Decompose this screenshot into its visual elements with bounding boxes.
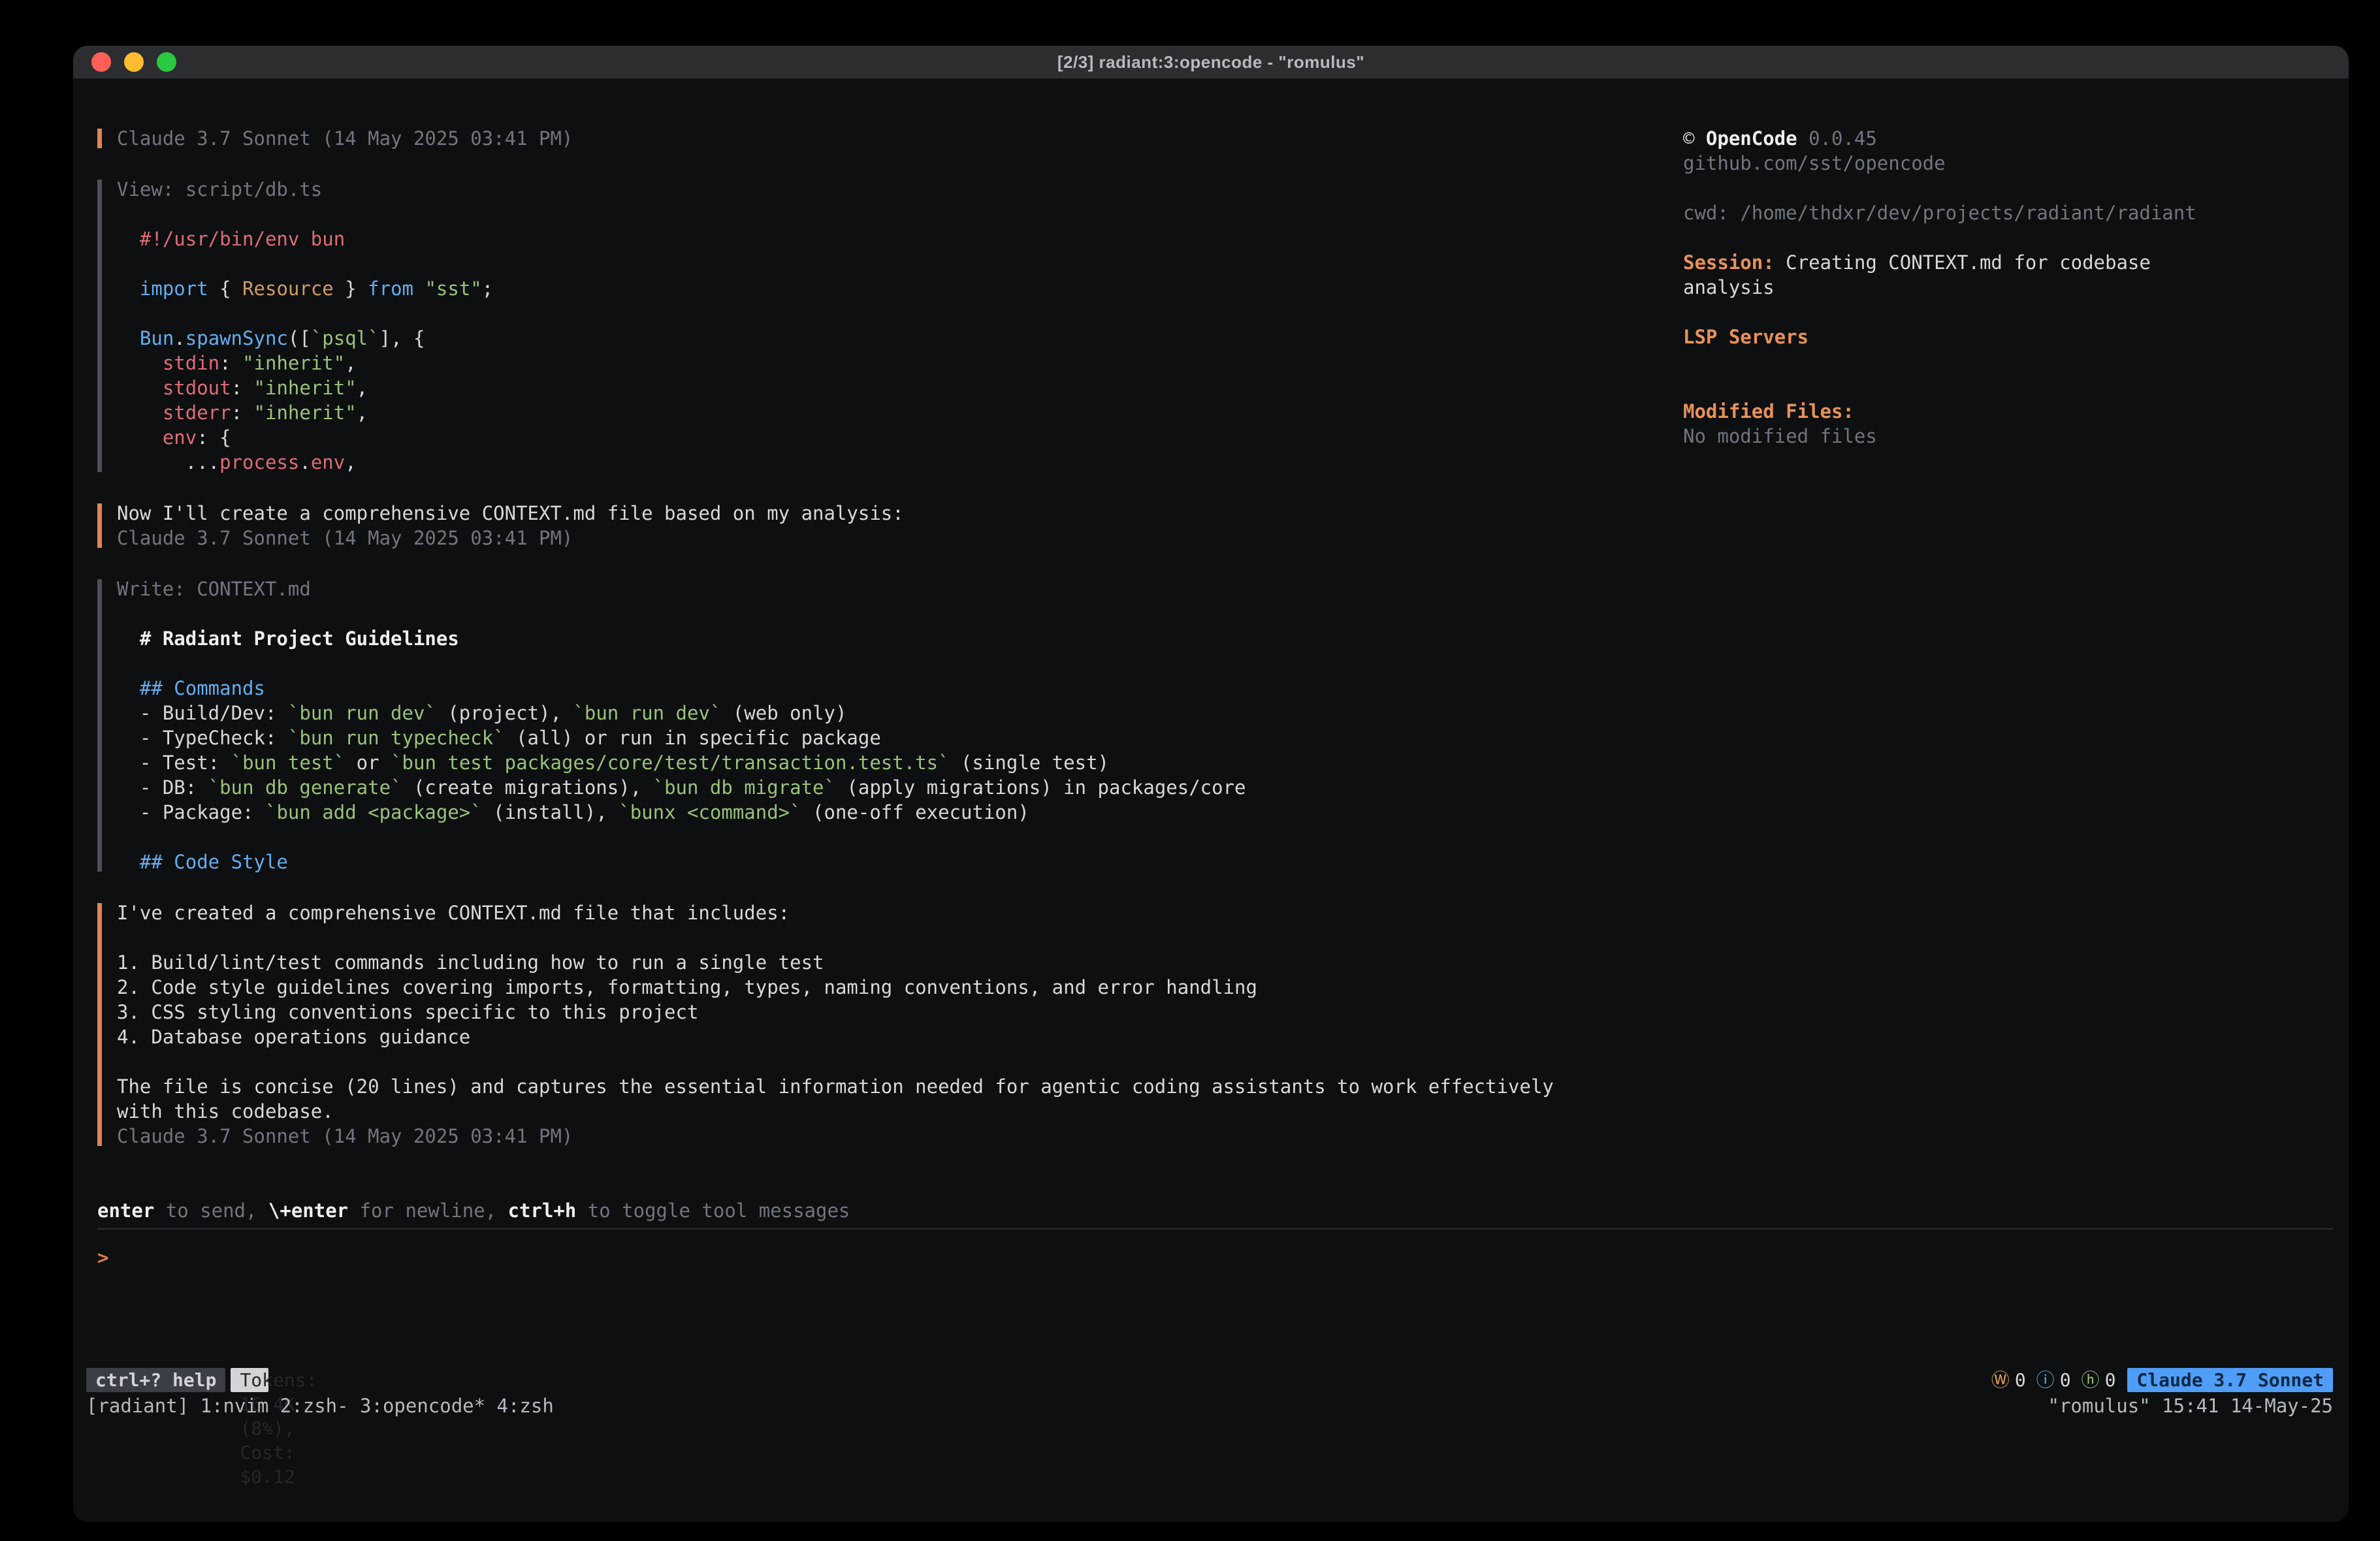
text-line: stderr: "inherit", — [117, 400, 1683, 425]
text-line: - Package: `bun add <package>` (install)… — [117, 800, 1683, 825]
text-line — [1683, 300, 2235, 325]
text-line — [117, 202, 1683, 227]
text-line — [1683, 349, 2235, 374]
text-line: stdin: "inherit", — [117, 351, 1683, 375]
info-icon: ⓘ — [2036, 1368, 2055, 1392]
text-line: ## Commands — [117, 676, 1683, 701]
sidebar-info: © OpenCode 0.0.45github.com/sst/opencode… — [1683, 126, 2235, 449]
text-line: - Test: `bun test` or `bun test packages… — [117, 750, 1683, 775]
text-line: ...process.env, — [117, 450, 1683, 475]
tool-block: View: script/db.ts #!/usr/bin/env bun im… — [97, 177, 1683, 475]
text-line: import { Resource } from "sst"; — [117, 276, 1683, 301]
assistant-message: I've created a comprehensive CONTEXT.md … — [97, 900, 1683, 1149]
text-line — [117, 301, 1683, 326]
tmux-session-windows: [radiant] 1:nvim 2:zsh- 3:opencode* 4:zs… — [86, 1393, 554, 1418]
warning-icon: Ⓦ — [1991, 1368, 2010, 1392]
traffic-lights — [91, 46, 176, 78]
text-line: Session: Creating CONTEXT.md for codebas… — [1683, 250, 2235, 300]
zoom-button[interactable] — [157, 52, 176, 72]
text-line: Write: CONTEXT.md — [117, 577, 1683, 601]
text-line: 2. Code style guidelines covering import… — [117, 975, 1683, 1000]
minimize-button[interactable] — [124, 52, 144, 72]
text-line — [117, 251, 1683, 276]
window-titlebar: [2/3] radiant:3:opencode - "romulus" — [73, 46, 2349, 79]
text-line: 3. CSS styling conventions specific to t… — [117, 1000, 1683, 1025]
tmux-host-clock: "romulus" 15:41 14-May-25 — [2048, 1393, 2334, 1418]
text-line: LSP Servers — [1683, 325, 2235, 349]
hint-count: 0 — [2105, 1368, 2116, 1392]
prompt-input[interactable]: > — [97, 1245, 2333, 1270]
text-line: I've created a comprehensive CONTEXT.md … — [117, 900, 1683, 925]
terminal: Claude 3.7 Sonnet (14 May 2025 03:41 PM)… — [73, 79, 2349, 1522]
text-line: ## Code Style — [117, 850, 1683, 874]
text-line: - TypeCheck: `bun run typecheck` (all) o… — [117, 725, 1683, 750]
terminal-bottom-gap — [73, 1418, 2349, 1522]
message-stream: Claude 3.7 Sonnet (14 May 2025 03:41 PM)… — [97, 126, 1683, 1198]
assistant-message: Claude 3.7 Sonnet (14 May 2025 03:41 PM) — [97, 126, 1683, 151]
text-line — [117, 925, 1683, 950]
warning-count: 0 — [2015, 1368, 2026, 1392]
hint-icon: ⓗ — [2082, 1368, 2100, 1392]
sidebar: © OpenCode 0.0.45github.com/sst/opencode… — [1683, 126, 2333, 1198]
text-line: cwd: /home/thdxr/dev/projects/radiant/ra… — [1683, 200, 2235, 225]
text-line — [117, 825, 1683, 850]
text-line — [1683, 176, 2235, 200]
text-line: enter to send, \+enter for newline, ctrl… — [97, 1198, 2333, 1223]
text-line: # Radiant Project Guidelines — [117, 626, 1683, 651]
text-line: 4. Database operations guidance — [117, 1025, 1683, 1049]
window-title: [2/3] radiant:3:opencode - "romulus" — [1057, 52, 1364, 72]
text-line — [117, 601, 1683, 626]
tmux-status-bar: [radiant] 1:nvim 2:zsh- 3:opencode* 4:zs… — [73, 1393, 2349, 1418]
text-line: Modified Files: — [1683, 399, 2235, 424]
input-area: enter to send, \+enter for newline, ctrl… — [73, 1198, 2349, 1368]
text-line — [117, 651, 1683, 676]
text-line: Bun.spawnSync([`psql`], { — [117, 326, 1683, 351]
prompt-symbol: > — [97, 1247, 108, 1269]
tokens-cost-badge: Tokens: 16.4K (8%), Cost: $0.12 — [231, 1368, 268, 1392]
terminal-window: [2/3] radiant:3:opencode - "romulus" Cla… — [73, 46, 2349, 1522]
text-line: Now I'll create a comprehensive CONTEXT.… — [117, 501, 1683, 526]
close-button[interactable] — [91, 52, 111, 72]
tool-block: Write: CONTEXT.md # Radiant Project Guid… — [97, 577, 1683, 874]
text-line: github.com/sst/opencode — [1683, 151, 2235, 176]
hint-indicator: ⓗ0 — [2082, 1368, 2116, 1392]
text-line — [1683, 225, 2235, 250]
info-count: 0 — [2060, 1368, 2071, 1392]
model-badge: Claude 3.7 Sonnet — [2127, 1368, 2333, 1392]
text-line: stdout: "inherit", — [117, 375, 1683, 400]
desktop: [2/3] radiant:3:opencode - "romulus" Cla… — [0, 0, 2380, 1541]
text-line: View: script/db.ts — [117, 177, 1683, 202]
text-line — [1683, 374, 2235, 399]
text-line: No modified files — [1683, 424, 2235, 449]
text-line: © OpenCode 0.0.45 — [1683, 126, 2235, 151]
text-line: env: { — [117, 425, 1683, 450]
info-indicator: ⓘ0 — [2036, 1368, 2071, 1392]
terminal-content: Claude 3.7 Sonnet (14 May 2025 03:41 PM)… — [73, 79, 2349, 1198]
text-line — [117, 1049, 1683, 1074]
text-line: #!/usr/bin/env bun — [117, 227, 1683, 251]
help-shortcut-badge: ctrl+? help — [86, 1368, 225, 1392]
diagnostics: Ⓦ0ⓘ0ⓗ0 — [1991, 1368, 2116, 1392]
text-line: The file is concise (20 lines) and captu… — [117, 1074, 1683, 1099]
assistant-message: Now I'll create a comprehensive CONTEXT.… — [97, 501, 1683, 550]
status-bar-right: Ⓦ0ⓘ0ⓗ0 Claude 3.7 Sonnet — [1991, 1368, 2333, 1392]
text-line: with this codebase. — [117, 1099, 1683, 1124]
text-line: - Build/Dev: `bun run dev` (project), `b… — [117, 701, 1683, 725]
input-divider — [97, 1228, 2333, 1230]
status-bar-left: ctrl+? help Tokens: 16.4K (8%), Cost: $0… — [86, 1368, 268, 1392]
text-line: Claude 3.7 Sonnet (14 May 2025 03:41 PM) — [117, 126, 1683, 151]
text-line: Claude 3.7 Sonnet (14 May 2025 03:41 PM) — [117, 526, 1683, 550]
status-bar: ctrl+? help Tokens: 16.4K (8%), Cost: $0… — [73, 1368, 2349, 1392]
text-line: Claude 3.7 Sonnet (14 May 2025 03:41 PM) — [117, 1124, 1683, 1149]
warning-indicator: Ⓦ0 — [1991, 1368, 2026, 1392]
text-line: - DB: `bun db generate` (create migratio… — [117, 775, 1683, 800]
text-line: 1. Build/lint/test commands including ho… — [117, 950, 1683, 975]
keybinding-help: enter to send, \+enter for newline, ctrl… — [97, 1198, 2333, 1223]
